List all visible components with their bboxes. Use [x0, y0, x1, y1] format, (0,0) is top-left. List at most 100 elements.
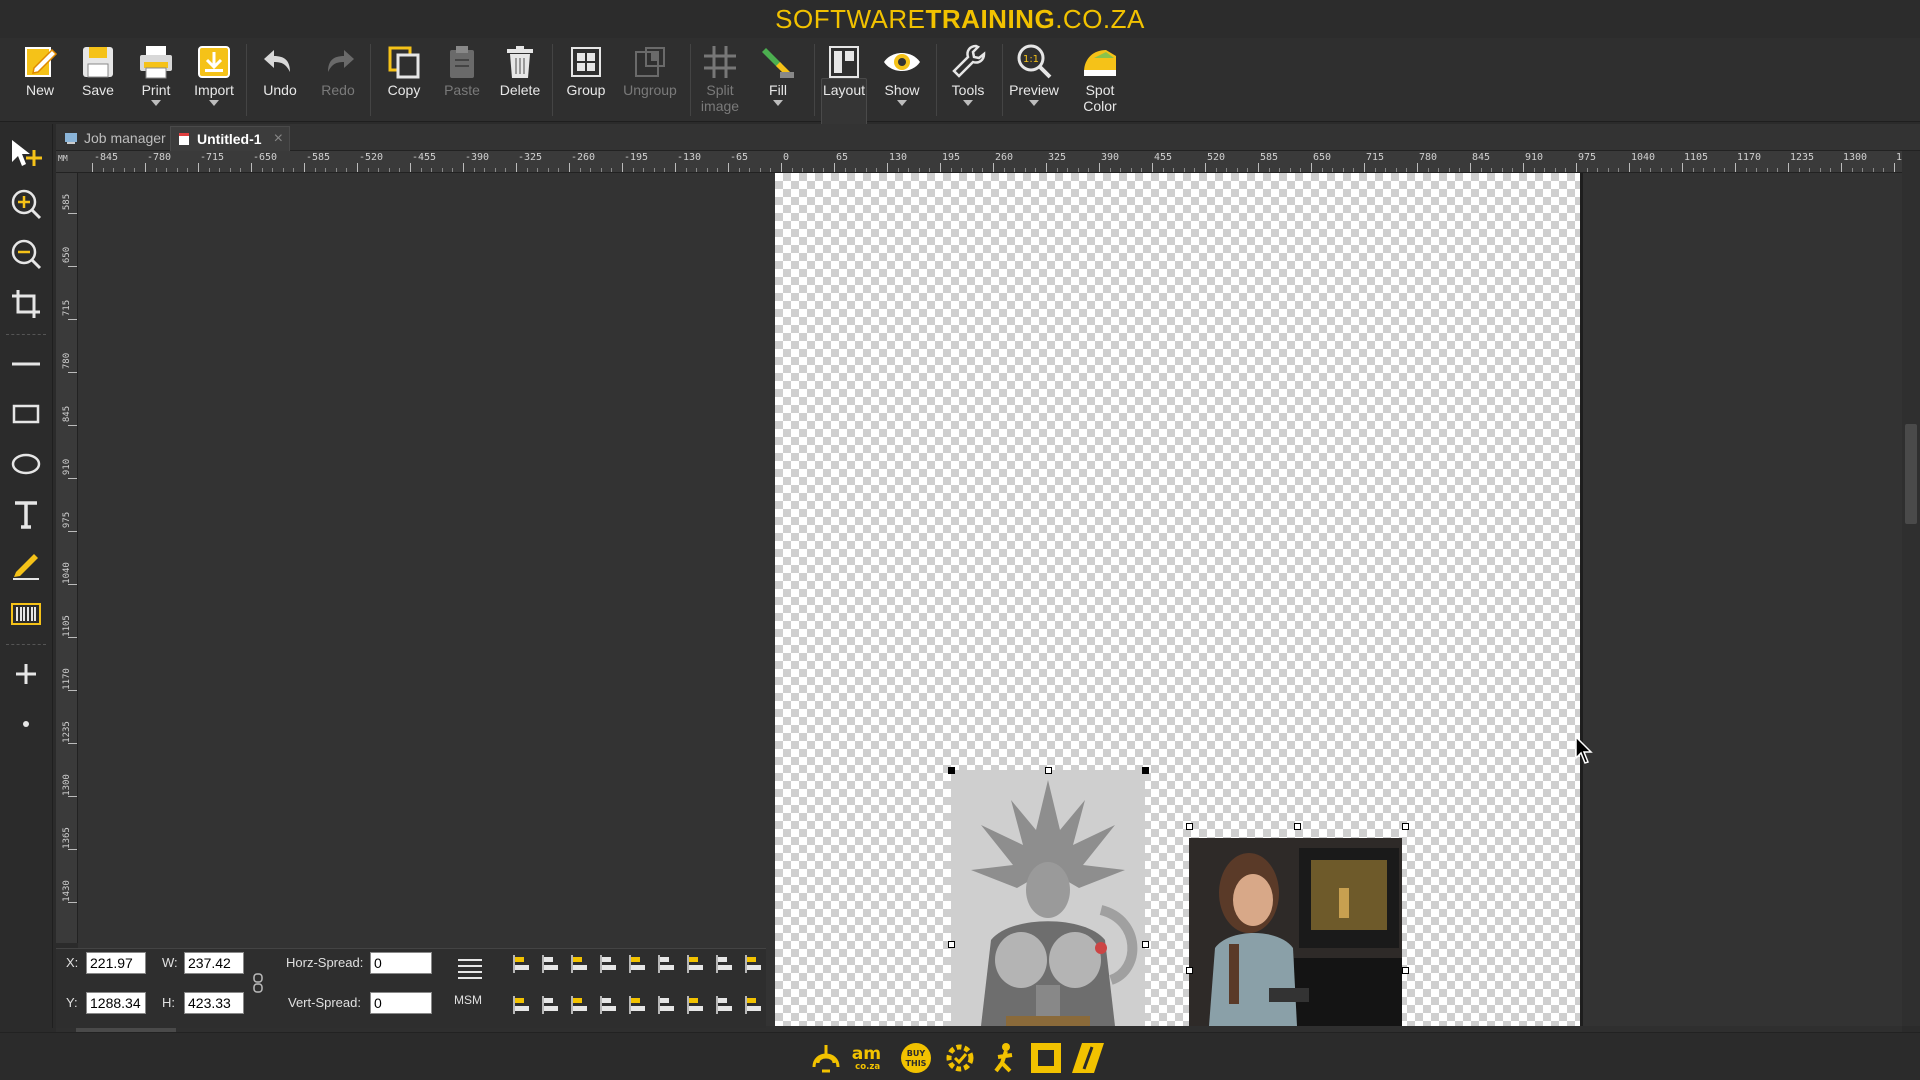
- layout-button[interactable]: Layout: [816, 40, 872, 120]
- text-tool[interactable]: [8, 496, 44, 532]
- diamond-icon[interactable]: [1070, 1041, 1106, 1075]
- rotate-right-icon[interactable]: [541, 995, 561, 1015]
- settings-icon[interactable]: [942, 1041, 978, 1075]
- figure-icon[interactable]: [986, 1041, 1022, 1075]
- distribute-icon[interactable]: [456, 957, 484, 981]
- align-top-icon[interactable]: [599, 954, 619, 974]
- spot-color-button[interactable]: Spot Color: [1072, 40, 1128, 120]
- svg-text:THIS: THIS: [906, 1059, 927, 1068]
- zoom-out-tool[interactable]: [8, 236, 44, 272]
- ungroup-button[interactable]: Ungroup: [622, 40, 678, 120]
- center-page-icon[interactable]: [686, 954, 706, 974]
- zoom-in-tool[interactable]: [8, 186, 44, 222]
- image-woman-tv[interactable]: [1189, 838, 1402, 1026]
- tab-job-manager[interactable]: Job manager: [58, 126, 168, 151]
- add-tool[interactable]: [8, 656, 44, 692]
- selection-handle[interactable]: [1402, 967, 1409, 974]
- selection-handle[interactable]: [1186, 823, 1193, 830]
- frame-icon[interactable]: [1028, 1041, 1064, 1075]
- warning-icon[interactable]: [808, 1041, 844, 1075]
- rotate-left-icon[interactable]: [512, 995, 532, 1015]
- crop-tool[interactable]: [8, 286, 44, 322]
- point-tool[interactable]: [8, 706, 44, 742]
- select-tool[interactable]: [8, 136, 44, 172]
- save-icon: [83, 47, 113, 78]
- new-button[interactable]: New: [12, 40, 68, 120]
- selection-handle[interactable]: [1294, 823, 1301, 830]
- align-page-top-icon[interactable]: [744, 954, 764, 974]
- page-canvas[interactable]: [775, 173, 1583, 1026]
- send-backward-icon[interactable]: [657, 995, 677, 1015]
- show-button[interactable]: Show: [874, 40, 930, 120]
- print-button[interactable]: Print: [128, 40, 184, 120]
- dot-icon: [23, 721, 29, 727]
- ruler-tick: [1894, 163, 1895, 172]
- print-dropdown-arrow[interactable]: [151, 100, 161, 106]
- vertical-scrollbar[interactable]: [1902, 151, 1920, 1026]
- align-center-h-icon[interactable]: [541, 954, 561, 974]
- horz-spread-input[interactable]: 0: [370, 952, 432, 974]
- ruler-tick: [1629, 163, 1630, 172]
- ruler-label: 1040: [1631, 152, 1656, 163]
- ruler-tick: [834, 163, 835, 172]
- show-dropdown-arrow[interactable]: [897, 100, 907, 106]
- barcode-tool[interactable]: [8, 596, 44, 632]
- group-button[interactable]: Group: [558, 40, 614, 120]
- bring-to-front-icon[interactable]: [715, 995, 735, 1015]
- preview-button[interactable]: 1:1 Preview: [1006, 40, 1062, 120]
- am-logo[interactable]: am co.za: [850, 1041, 892, 1075]
- import-dropdown-arrow[interactable]: [209, 100, 219, 106]
- fit-page-icon[interactable]: [715, 954, 735, 974]
- x-position-input[interactable]: 221.97: [86, 952, 146, 974]
- flip-horizontal-icon[interactable]: [570, 995, 590, 1015]
- toolbar-separator: [690, 44, 691, 116]
- split-image-button[interactable]: Split image: [692, 40, 748, 120]
- align-center-v-icon[interactable]: [628, 954, 648, 974]
- ruler-tick: [463, 163, 464, 172]
- paste-button[interactable]: Paste: [434, 40, 490, 120]
- tools-button[interactable]: Tools: [940, 40, 996, 120]
- import-button[interactable]: Import: [186, 40, 242, 120]
- redo-button[interactable]: Redo: [310, 40, 366, 120]
- save-button[interactable]: Save: [70, 40, 126, 120]
- selection-handle[interactable]: [948, 767, 955, 774]
- bring-forward-icon[interactable]: [628, 995, 648, 1015]
- tools-dropdown-arrow[interactable]: [963, 100, 973, 106]
- vert-spread-input[interactable]: 0: [370, 992, 432, 1014]
- lock-aspect-icon[interactable]: [252, 973, 264, 993]
- copy-button[interactable]: Copy: [376, 40, 432, 120]
- fill-dropdown-arrow[interactable]: [773, 100, 783, 106]
- buy-this-badge[interactable]: BUY THIS: [898, 1041, 934, 1075]
- selection-handle[interactable]: [1045, 767, 1052, 774]
- ruler-label: -65: [730, 152, 749, 163]
- align-bottom-icon[interactable]: [657, 954, 677, 974]
- selection-handle[interactable]: [1402, 823, 1409, 830]
- close-tab-icon[interactable]: ×: [274, 127, 283, 151]
- distribute-even-icon[interactable]: [744, 995, 764, 1015]
- y-position-input[interactable]: 1288.34: [86, 992, 146, 1014]
- delete-button[interactable]: Delete: [492, 40, 548, 120]
- workspace[interactable]: [78, 173, 1902, 1026]
- align-right-icon[interactable]: [570, 954, 590, 974]
- send-to-back-icon[interactable]: [686, 995, 706, 1015]
- selection-handle[interactable]: [1142, 941, 1149, 948]
- line-tool[interactable]: [8, 346, 44, 382]
- width-input[interactable]: 237.42: [184, 952, 244, 974]
- rectangle-tool[interactable]: [8, 396, 44, 432]
- selection-handle[interactable]: [1186, 967, 1193, 974]
- pencil-tool[interactable]: [8, 546, 44, 582]
- flip-vertical-icon[interactable]: [599, 995, 619, 1015]
- tab-untitled-1[interactable]: Untitled-1 ×: [170, 126, 290, 151]
- ellipse-tool[interactable]: [8, 446, 44, 482]
- ruler-label: -260: [571, 152, 596, 163]
- selection-handle[interactable]: [948, 941, 955, 948]
- selection-handle[interactable]: [1142, 767, 1149, 774]
- vertical-scroll-thumb[interactable]: [1905, 424, 1917, 524]
- fill-button[interactable]: Fill: [750, 40, 806, 120]
- main-toolbar: New Save Print Import Undo Redo Copy Pas…: [0, 38, 1920, 156]
- align-left-icon[interactable]: [512, 954, 532, 974]
- undo-button[interactable]: Undo: [252, 40, 308, 120]
- preview-dropdown-arrow[interactable]: [1029, 100, 1039, 106]
- image-warrior[interactable]: [951, 770, 1145, 1026]
- height-input[interactable]: 423.33: [184, 992, 244, 1014]
